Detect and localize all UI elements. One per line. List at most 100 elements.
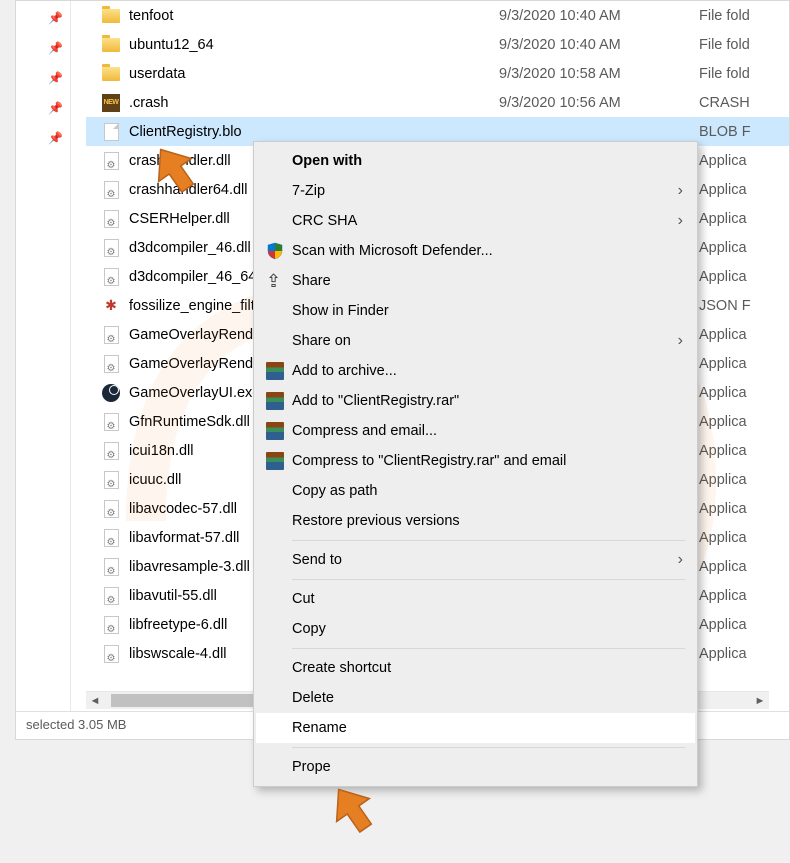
file-type: Applica — [699, 559, 789, 575]
dll-icon — [101, 354, 121, 374]
menu-separator — [292, 648, 685, 649]
file-type: File fold — [699, 8, 789, 24]
chevron-right-icon: › — [678, 551, 683, 569]
annotation-arrow — [318, 780, 388, 840]
file-type: Applica — [699, 356, 789, 372]
menu-open-with[interactable]: Open with — [256, 146, 695, 176]
menu-add-to-rar[interactable]: Add to "ClientRegistry.rar" — [256, 386, 695, 416]
file-type: Applica — [699, 327, 789, 343]
menu-compress-email[interactable]: Compress and email... — [256, 416, 695, 446]
dll-icon — [101, 151, 121, 171]
file-type: Applica — [699, 501, 789, 517]
menu-crc-sha[interactable]: CRC SHA› — [256, 206, 695, 236]
file-name: ubuntu12_64 — [129, 37, 499, 53]
chevron-right-icon: › — [678, 212, 683, 230]
annotation-arrow — [140, 140, 210, 200]
file-row[interactable]: ubuntu12_649/3/2020 10:40 AMFile fold — [86, 30, 789, 59]
dll-icon — [101, 470, 121, 490]
pin-icon: 📌 — [48, 131, 63, 145]
menu-separator — [292, 540, 685, 541]
menu-share[interactable]: ⇪Share — [256, 266, 695, 296]
menu-show-in-finder[interactable]: Show in Finder — [256, 296, 695, 326]
pin-icon: 📌 — [48, 71, 63, 85]
menu-create-shortcut[interactable]: Create shortcut — [256, 653, 695, 683]
dll-icon — [101, 325, 121, 345]
menu-compress-to-email[interactable]: Compress to "ClientRegistry.rar" and ema… — [256, 446, 695, 476]
dll-icon — [101, 238, 121, 258]
fossil-icon: ✱ — [101, 296, 121, 316]
file-type: Applica — [699, 211, 789, 227]
menu-restore-versions[interactable]: Restore previous versions — [256, 506, 695, 536]
menu-cut[interactable]: Cut — [256, 584, 695, 614]
rar-icon — [266, 362, 292, 380]
file-type: Applica — [699, 530, 789, 546]
menu-delete[interactable]: Delete — [256, 683, 695, 713]
file-type: Applica — [699, 385, 789, 401]
file-type: CRASH — [699, 95, 789, 111]
file-type: Applica — [699, 443, 789, 459]
file-name: ClientRegistry.blo — [129, 124, 499, 140]
file-type: Applica — [699, 617, 789, 633]
folder-icon — [101, 64, 121, 84]
menu-properties[interactable]: Prope — [256, 752, 695, 782]
file-date: 9/3/2020 10:40 AM — [499, 37, 699, 53]
file-type: Applica — [699, 588, 789, 604]
file-type: Applica — [699, 182, 789, 198]
dll-icon — [101, 267, 121, 287]
file-name: userdata — [129, 66, 499, 82]
menu-7zip[interactable]: 7-Zip› — [256, 176, 695, 206]
menu-copy[interactable]: Copy — [256, 614, 695, 644]
chevron-right-icon: › — [678, 182, 683, 200]
folder-icon — [101, 35, 121, 55]
file-type: Applica — [699, 240, 789, 256]
folder-icon — [101, 6, 121, 26]
dll-icon — [101, 557, 121, 577]
dll-icon — [101, 586, 121, 606]
dll-icon — [101, 412, 121, 432]
file-type: JSON F — [699, 298, 789, 314]
menu-separator — [292, 747, 685, 748]
dll-icon — [101, 209, 121, 229]
status-text: selected 3.05 MB — [26, 717, 126, 732]
file-date: 9/3/2020 10:58 AM — [499, 66, 699, 82]
scroll-right-button[interactable]: ► — [751, 692, 769, 710]
context-menu: Open with 7-Zip› CRC SHA› Scan with Micr… — [253, 141, 698, 787]
rar-icon — [266, 392, 292, 410]
file-type: File fold — [699, 37, 789, 53]
file-row[interactable]: userdata9/3/2020 10:58 AMFile fold — [86, 59, 789, 88]
menu-rename[interactable]: Rename — [256, 713, 695, 743]
menu-separator — [292, 579, 685, 580]
file-name: .crash — [129, 95, 499, 111]
file-type: Applica — [699, 414, 789, 430]
steam-icon — [101, 383, 121, 403]
menu-copy-path[interactable]: Copy as path — [256, 476, 695, 506]
file-type: Applica — [699, 472, 789, 488]
crash-icon: NEW — [101, 93, 121, 113]
dll-icon — [101, 644, 121, 664]
menu-defender[interactable]: Scan with Microsoft Defender... — [256, 236, 695, 266]
rar-icon — [266, 452, 292, 470]
file-name: tenfoot — [129, 8, 499, 24]
file-row[interactable]: NEW .crash9/3/2020 10:56 AMCRASH — [86, 88, 789, 117]
file-date: 9/3/2020 10:56 AM — [499, 95, 699, 111]
dll-icon — [101, 528, 121, 548]
file-date: 9/3/2020 10:40 AM — [499, 8, 699, 24]
file-type: BLOB F — [699, 124, 789, 140]
menu-add-archive[interactable]: Add to archive... — [256, 356, 695, 386]
pin-icon: 📌 — [48, 11, 63, 25]
scroll-left-button[interactable]: ◄ — [86, 692, 104, 710]
dll-icon — [101, 180, 121, 200]
menu-share-on[interactable]: Share on› — [256, 326, 695, 356]
menu-send-to[interactable]: Send to› — [256, 545, 695, 575]
shield-icon — [266, 242, 292, 260]
dll-icon — [101, 615, 121, 635]
file-type: Applica — [699, 269, 789, 285]
dll-icon — [101, 441, 121, 461]
file-row[interactable]: tenfoot9/3/2020 10:40 AMFile fold — [86, 1, 789, 30]
file-type: File fold — [699, 66, 789, 82]
dll-icon — [101, 499, 121, 519]
file-icon — [101, 122, 121, 142]
file-type: Applica — [699, 153, 789, 169]
pin-icon: 📌 — [48, 41, 63, 55]
rar-icon — [266, 422, 292, 440]
